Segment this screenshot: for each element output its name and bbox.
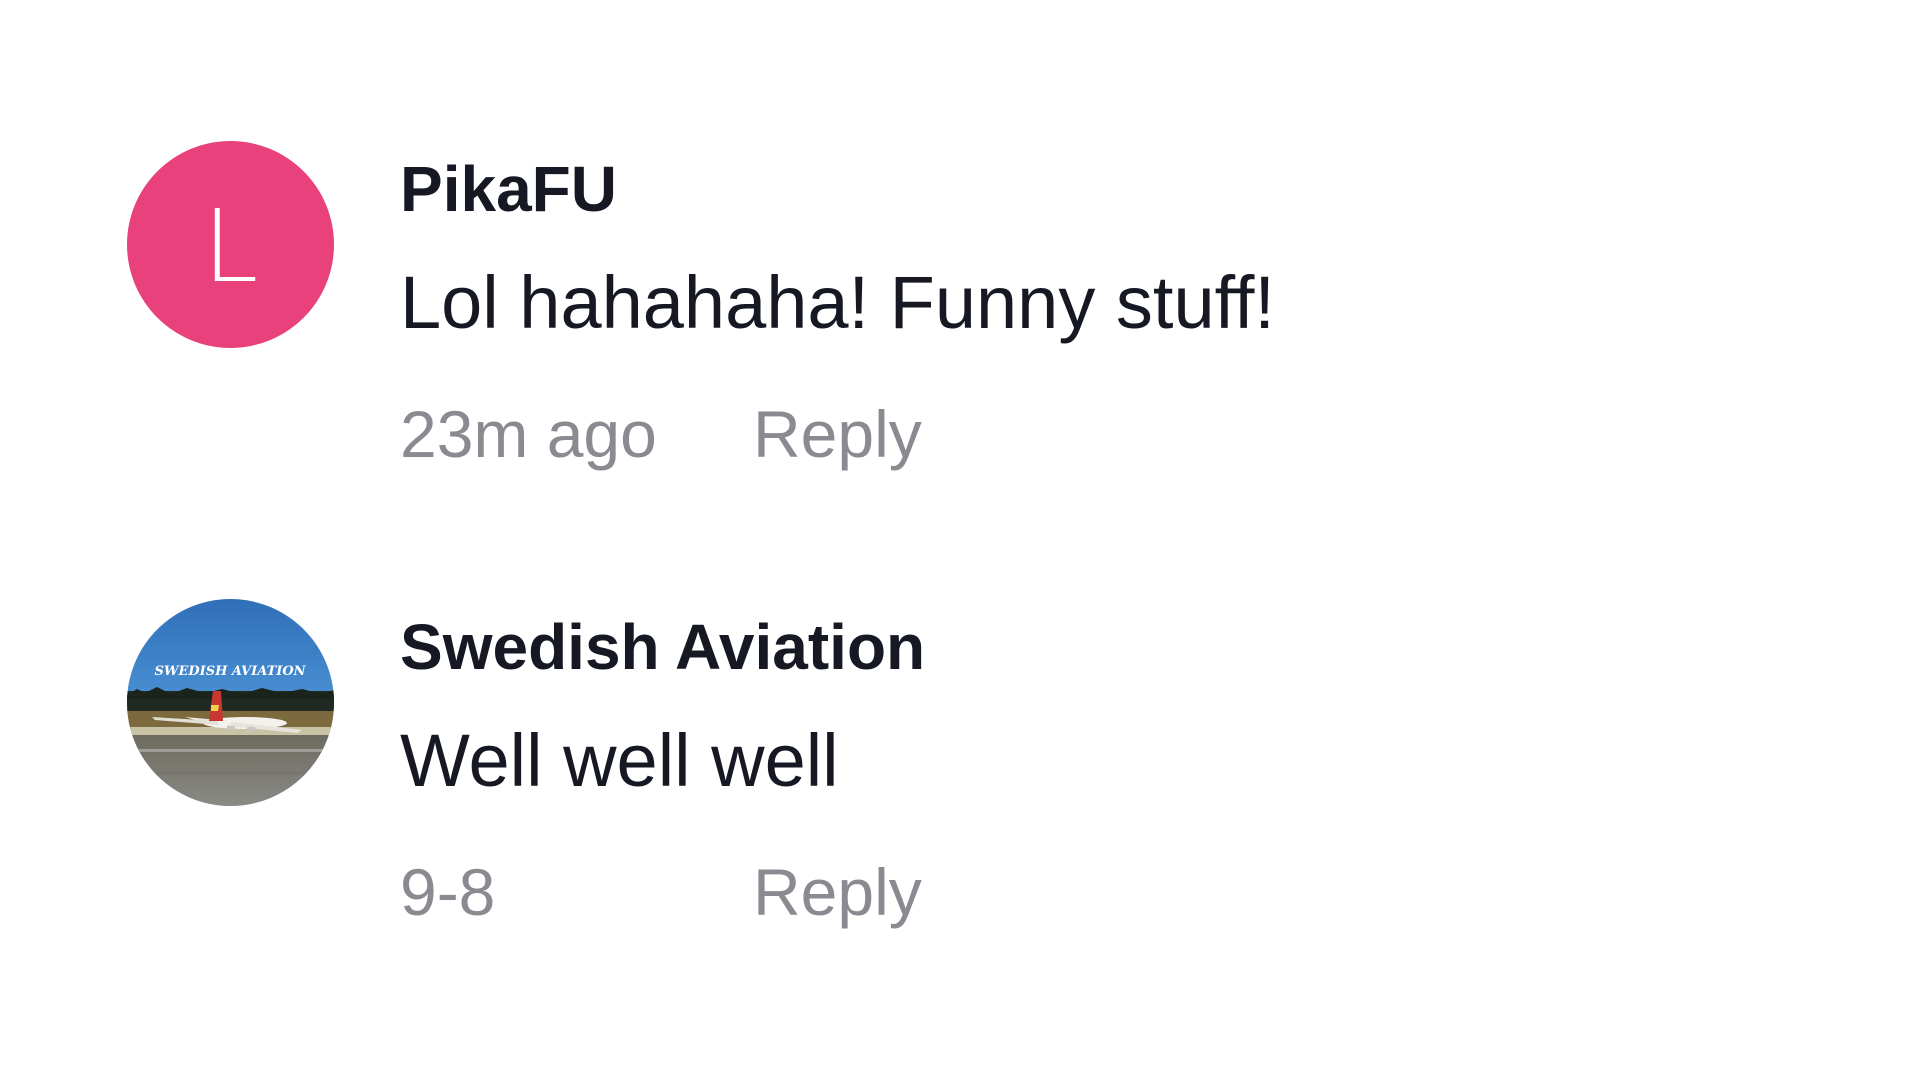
comment-timestamp: 23m ago (400, 397, 657, 471)
avatar-logo-text: SWEDISH AVIATION (154, 664, 306, 679)
airplane-photo-icon: SWEDISH AVIATION (127, 599, 334, 806)
comment-timestamp: 9-8 (400, 855, 496, 929)
avatar-letter: L (202, 187, 259, 305)
avatar[interactable]: SWEDISH AVIATION (127, 599, 334, 806)
comment-text: Well well well (400, 719, 839, 802)
avatar[interactable]: L (127, 141, 334, 348)
comment-username[interactable]: Swedish Aviation (400, 615, 925, 679)
comment-username[interactable]: PikaFU (400, 157, 617, 221)
comment-item: SWEDISH AVIATION Swedish Aviation Well w… (127, 599, 1827, 929)
comment-list: L PikaFU Lol hahahaha! Funny stuff! 23m … (0, 0, 1920, 1080)
reply-button[interactable]: Reply (753, 401, 922, 467)
reply-button[interactable]: Reply (753, 859, 922, 925)
comment-item: L PikaFU Lol hahahaha! Funny stuff! 23m … (127, 141, 1827, 471)
comment-text: Lol hahahaha! Funny stuff! (400, 261, 1275, 344)
